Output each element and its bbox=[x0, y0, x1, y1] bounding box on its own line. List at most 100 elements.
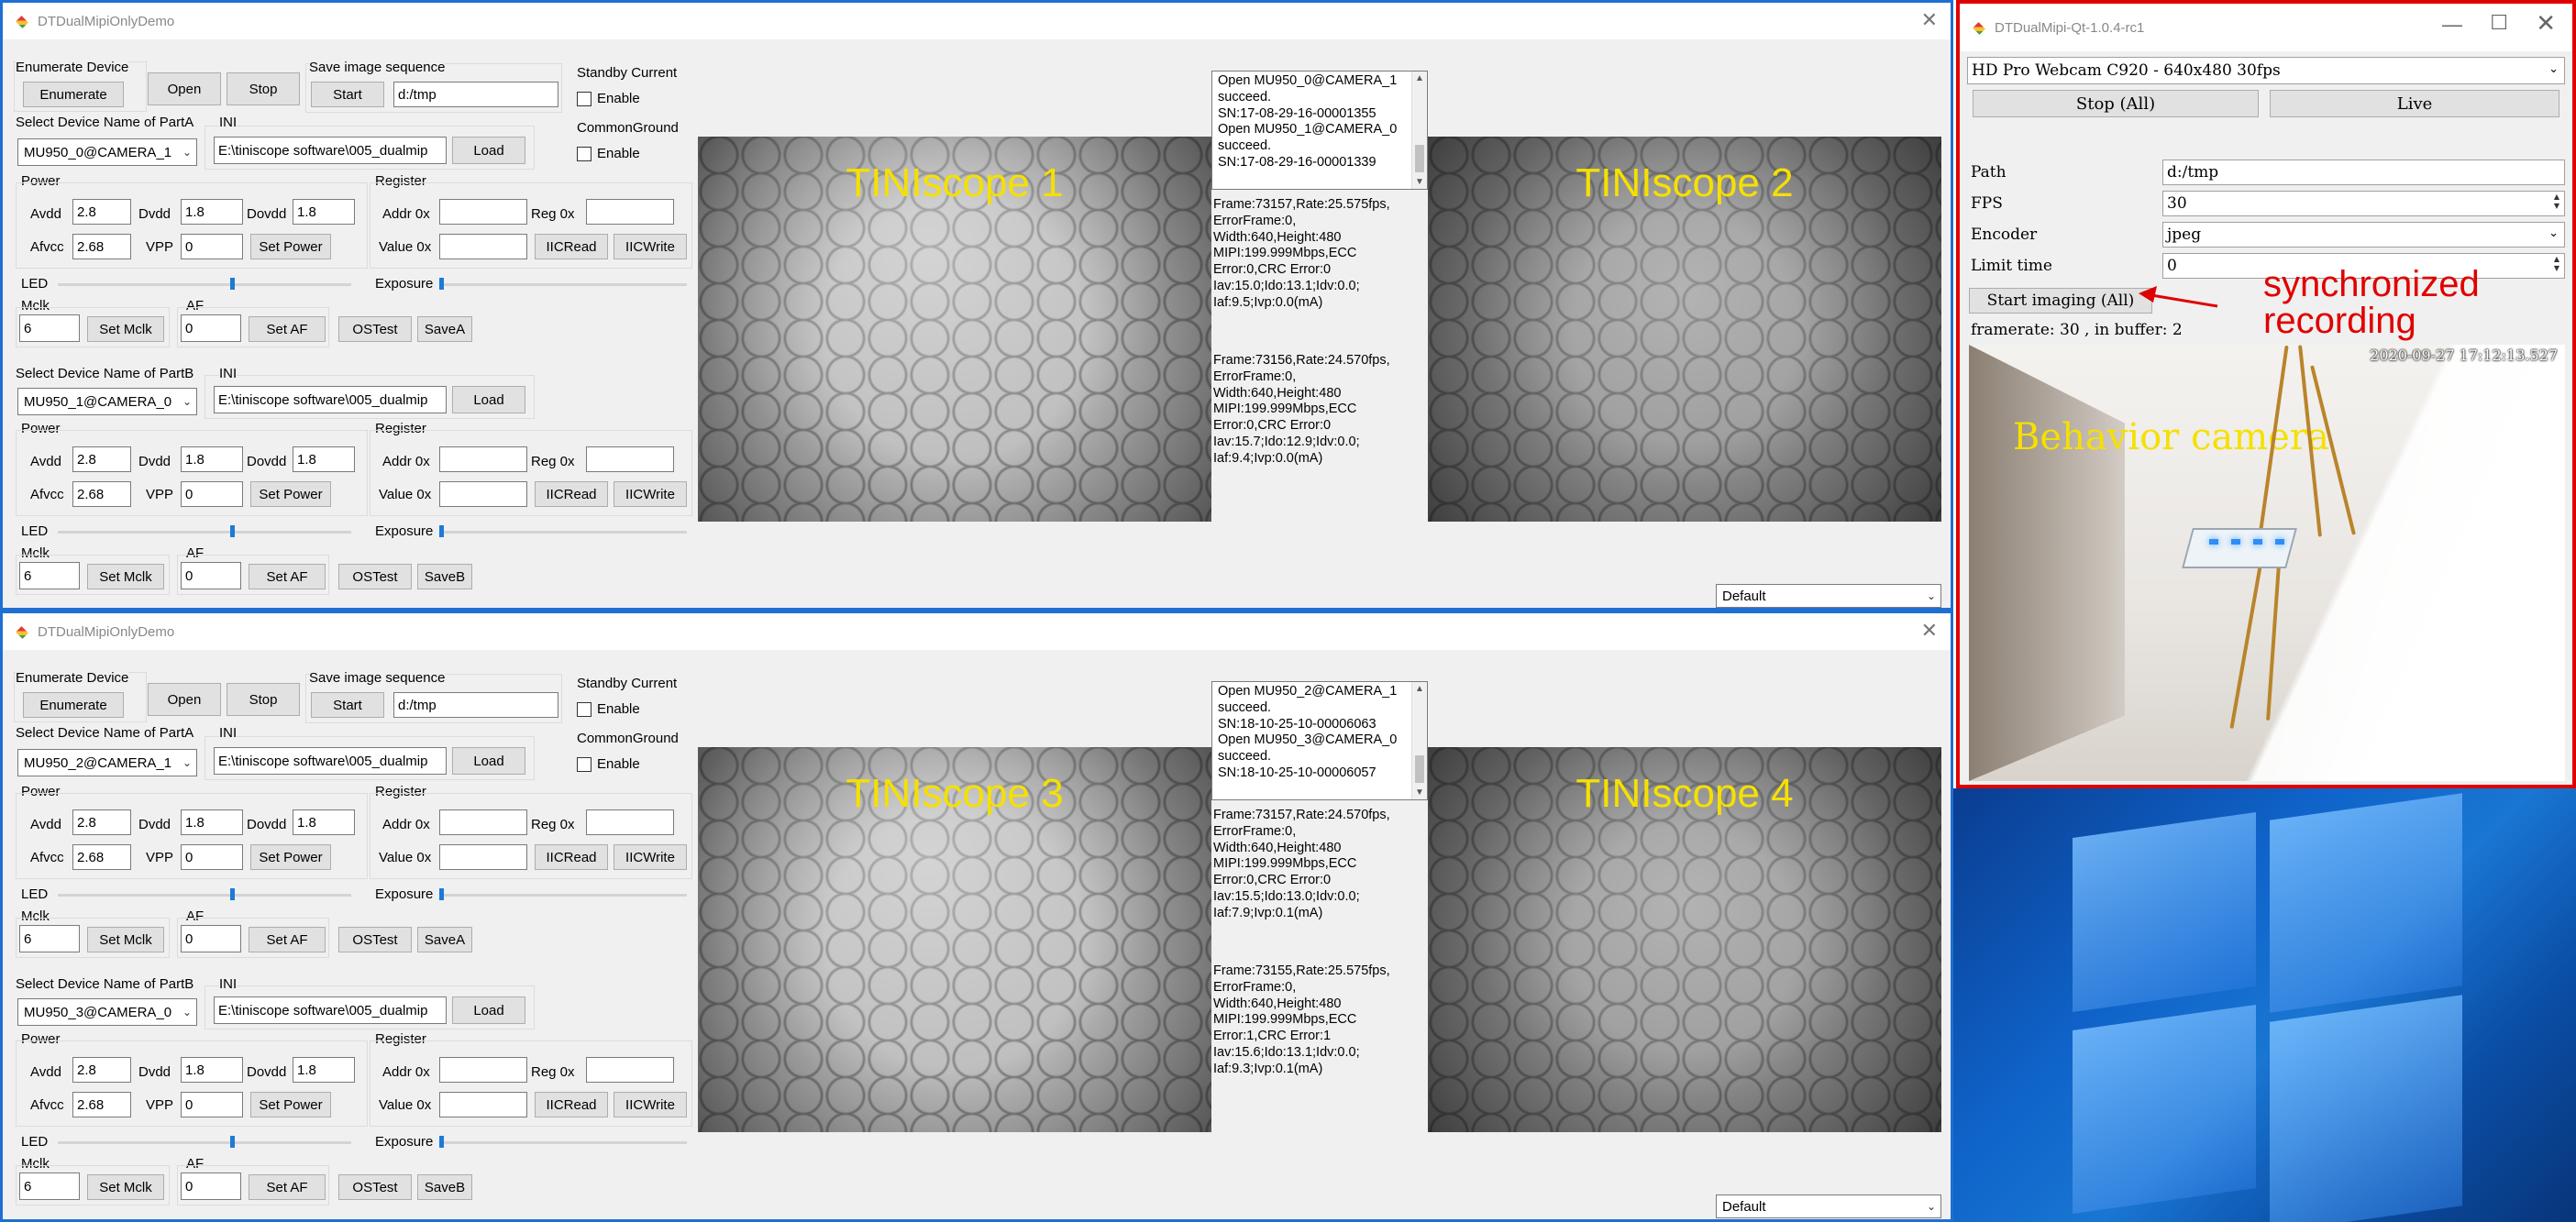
standby-enable-checkbox[interactable] bbox=[577, 92, 591, 106]
log-scrollbar[interactable]: ▲ ▼ bbox=[1411, 72, 1427, 189]
exposure-slider[interactable] bbox=[439, 894, 687, 897]
vpp-input[interactable]: 0 bbox=[181, 481, 243, 507]
camera-select[interactable]: HD Pro Webcam C920 - 640x480 30fps ⌄ bbox=[1967, 57, 2565, 84]
common-ground-checkbox[interactable] bbox=[577, 757, 591, 772]
value-input[interactable] bbox=[439, 844, 527, 870]
ostest-button[interactable]: OSTest bbox=[338, 927, 412, 952]
set-power-button[interactable]: Set Power bbox=[250, 481, 331, 507]
dovdd-input[interactable]: 1.8 bbox=[293, 446, 355, 472]
start-imaging-all-button[interactable]: Start imaging (All) bbox=[1969, 288, 2152, 314]
standby-enable-checkbox[interactable] bbox=[577, 702, 591, 717]
iicread-button[interactable]: IICRead bbox=[535, 1092, 608, 1117]
start-button[interactable]: Start bbox=[311, 82, 384, 107]
exposure-slider-thumb[interactable] bbox=[439, 525, 444, 537]
partB-ini-path[interactable]: E:\tiniscope software\005_dualmip bbox=[214, 996, 447, 1024]
vpp-input[interactable]: 0 bbox=[181, 844, 243, 870]
scroll-up-icon[interactable]: ▲ bbox=[1412, 684, 1427, 694]
value-input[interactable] bbox=[439, 234, 527, 259]
addr-input[interactable] bbox=[439, 809, 527, 835]
afvcc-input[interactable]: 2.68 bbox=[72, 1092, 131, 1117]
led-slider-thumb[interactable] bbox=[230, 888, 235, 900]
set-power-button[interactable]: Set Power bbox=[250, 234, 331, 259]
default-select[interactable]: Default ⌄ bbox=[1716, 584, 1941, 608]
value-input[interactable] bbox=[439, 1092, 527, 1117]
ostest-button[interactable]: OSTest bbox=[338, 316, 412, 342]
af-input[interactable]: 0 bbox=[181, 314, 241, 342]
ostest-button[interactable]: OSTest bbox=[338, 1174, 412, 1200]
close-icon[interactable]: ✕ bbox=[2536, 9, 2556, 38]
spin-arrows-icon[interactable]: ▲ ▼ bbox=[2550, 193, 2563, 215]
value-input[interactable] bbox=[439, 481, 527, 507]
dvdd-input[interactable]: 1.8 bbox=[181, 1057, 243, 1083]
live-button[interactable]: Live bbox=[2270, 90, 2559, 117]
maximize-icon[interactable]: ☐ bbox=[2490, 11, 2508, 35]
save-part-button[interactable]: SaveB bbox=[417, 1174, 472, 1200]
exposure-slider-thumb[interactable] bbox=[439, 278, 444, 290]
default-select[interactable]: Default ⌄ bbox=[1716, 1194, 1941, 1218]
ostest-button[interactable]: OSTest bbox=[338, 564, 412, 589]
led-slider[interactable] bbox=[58, 1141, 351, 1144]
open-button[interactable]: Open bbox=[148, 72, 221, 105]
dovdd-input[interactable]: 1.8 bbox=[293, 809, 355, 835]
led-slider[interactable] bbox=[58, 894, 351, 897]
save-part-button[interactable]: SaveB bbox=[417, 564, 472, 589]
path-input[interactable]: d:/tmp bbox=[2162, 160, 2565, 185]
avdd-input[interactable]: 2.8 bbox=[72, 809, 131, 835]
led-slider-thumb[interactable] bbox=[230, 525, 235, 537]
minimize-icon[interactable]: — bbox=[2442, 13, 2462, 37]
scroll-thumb[interactable] bbox=[1415, 145, 1424, 172]
avdd-input[interactable]: 2.8 bbox=[72, 1057, 131, 1083]
afvcc-input[interactable]: 2.68 bbox=[72, 481, 131, 507]
partB-ini-path[interactable]: E:\tiniscope software\005_dualmip bbox=[214, 386, 447, 413]
exposure-slider[interactable] bbox=[439, 531, 687, 534]
scroll-down-icon[interactable]: ▼ bbox=[1412, 177, 1427, 187]
scroll-down-icon[interactable]: ▼ bbox=[1412, 787, 1427, 798]
af-input[interactable]: 0 bbox=[181, 1172, 241, 1200]
partB-device-select[interactable]: MU950_1@CAMERA_0 ⌄ bbox=[17, 388, 197, 415]
led-slider[interactable] bbox=[58, 531, 351, 534]
partA-ini-path[interactable]: E:\tiniscope software\005_dualmip bbox=[214, 137, 447, 164]
set-mclk-button[interactable]: Set Mclk bbox=[87, 927, 164, 952]
enumerate-button[interactable]: Enumerate bbox=[23, 692, 124, 718]
dvdd-input[interactable]: 1.8 bbox=[181, 809, 243, 835]
close-icon[interactable]: ✕ bbox=[1921, 8, 1938, 32]
set-af-button[interactable]: Set AF bbox=[249, 564, 326, 589]
mclk-input[interactable]: 6 bbox=[19, 314, 80, 342]
fps-spinbox[interactable]: 30 ▲ ▼ bbox=[2162, 191, 2565, 216]
reg-input[interactable] bbox=[586, 446, 674, 472]
avdd-input[interactable]: 2.8 bbox=[72, 446, 131, 472]
open-button[interactable]: Open bbox=[148, 683, 221, 716]
partA-device-select[interactable]: MU950_2@CAMERA_1 ⌄ bbox=[17, 749, 197, 776]
stop-button[interactable]: Stop bbox=[227, 683, 300, 716]
iicwrite-button[interactable]: IICWrite bbox=[614, 844, 687, 870]
mclk-input[interactable]: 6 bbox=[19, 1172, 80, 1200]
save-path-input[interactable]: d:/tmp bbox=[393, 692, 558, 718]
partA-load-button[interactable]: Load bbox=[452, 747, 525, 775]
log-scrollbar[interactable]: ▲ ▼ bbox=[1411, 682, 1427, 799]
set-mclk-button[interactable]: Set Mclk bbox=[87, 1174, 164, 1200]
mclk-input[interactable]: 6 bbox=[19, 925, 80, 952]
iicread-button[interactable]: IICRead bbox=[535, 844, 608, 870]
partA-load-button[interactable]: Load bbox=[452, 137, 525, 164]
set-af-button[interactable]: Set AF bbox=[249, 316, 326, 342]
exposure-slider-thumb[interactable] bbox=[439, 888, 444, 900]
common-ground-checkbox[interactable] bbox=[577, 147, 591, 161]
reg-input[interactable] bbox=[586, 199, 674, 225]
partB-device-select[interactable]: MU950_3@CAMERA_0 ⌄ bbox=[17, 998, 197, 1026]
start-button[interactable]: Start bbox=[311, 692, 384, 718]
partA-ini-path[interactable]: E:\tiniscope software\005_dualmip bbox=[214, 747, 447, 775]
partA-device-select[interactable]: MU950_0@CAMERA_1 ⌄ bbox=[17, 138, 197, 166]
dovdd-input[interactable]: 1.8 bbox=[293, 199, 355, 225]
reg-input[interactable] bbox=[586, 1057, 674, 1083]
scroll-thumb[interactable] bbox=[1415, 755, 1424, 783]
iicread-button[interactable]: IICRead bbox=[535, 234, 608, 259]
af-input[interactable]: 0 bbox=[181, 925, 241, 952]
af-input[interactable]: 0 bbox=[181, 562, 241, 589]
iicread-button[interactable]: IICRead bbox=[535, 481, 608, 507]
addr-input[interactable] bbox=[439, 199, 527, 225]
exposure-slider-thumb[interactable] bbox=[439, 1136, 444, 1148]
iicwrite-button[interactable]: IICWrite bbox=[614, 234, 687, 259]
afvcc-input[interactable]: 2.68 bbox=[72, 234, 131, 259]
set-mclk-button[interactable]: Set Mclk bbox=[87, 316, 164, 342]
avdd-input[interactable]: 2.8 bbox=[72, 199, 131, 225]
